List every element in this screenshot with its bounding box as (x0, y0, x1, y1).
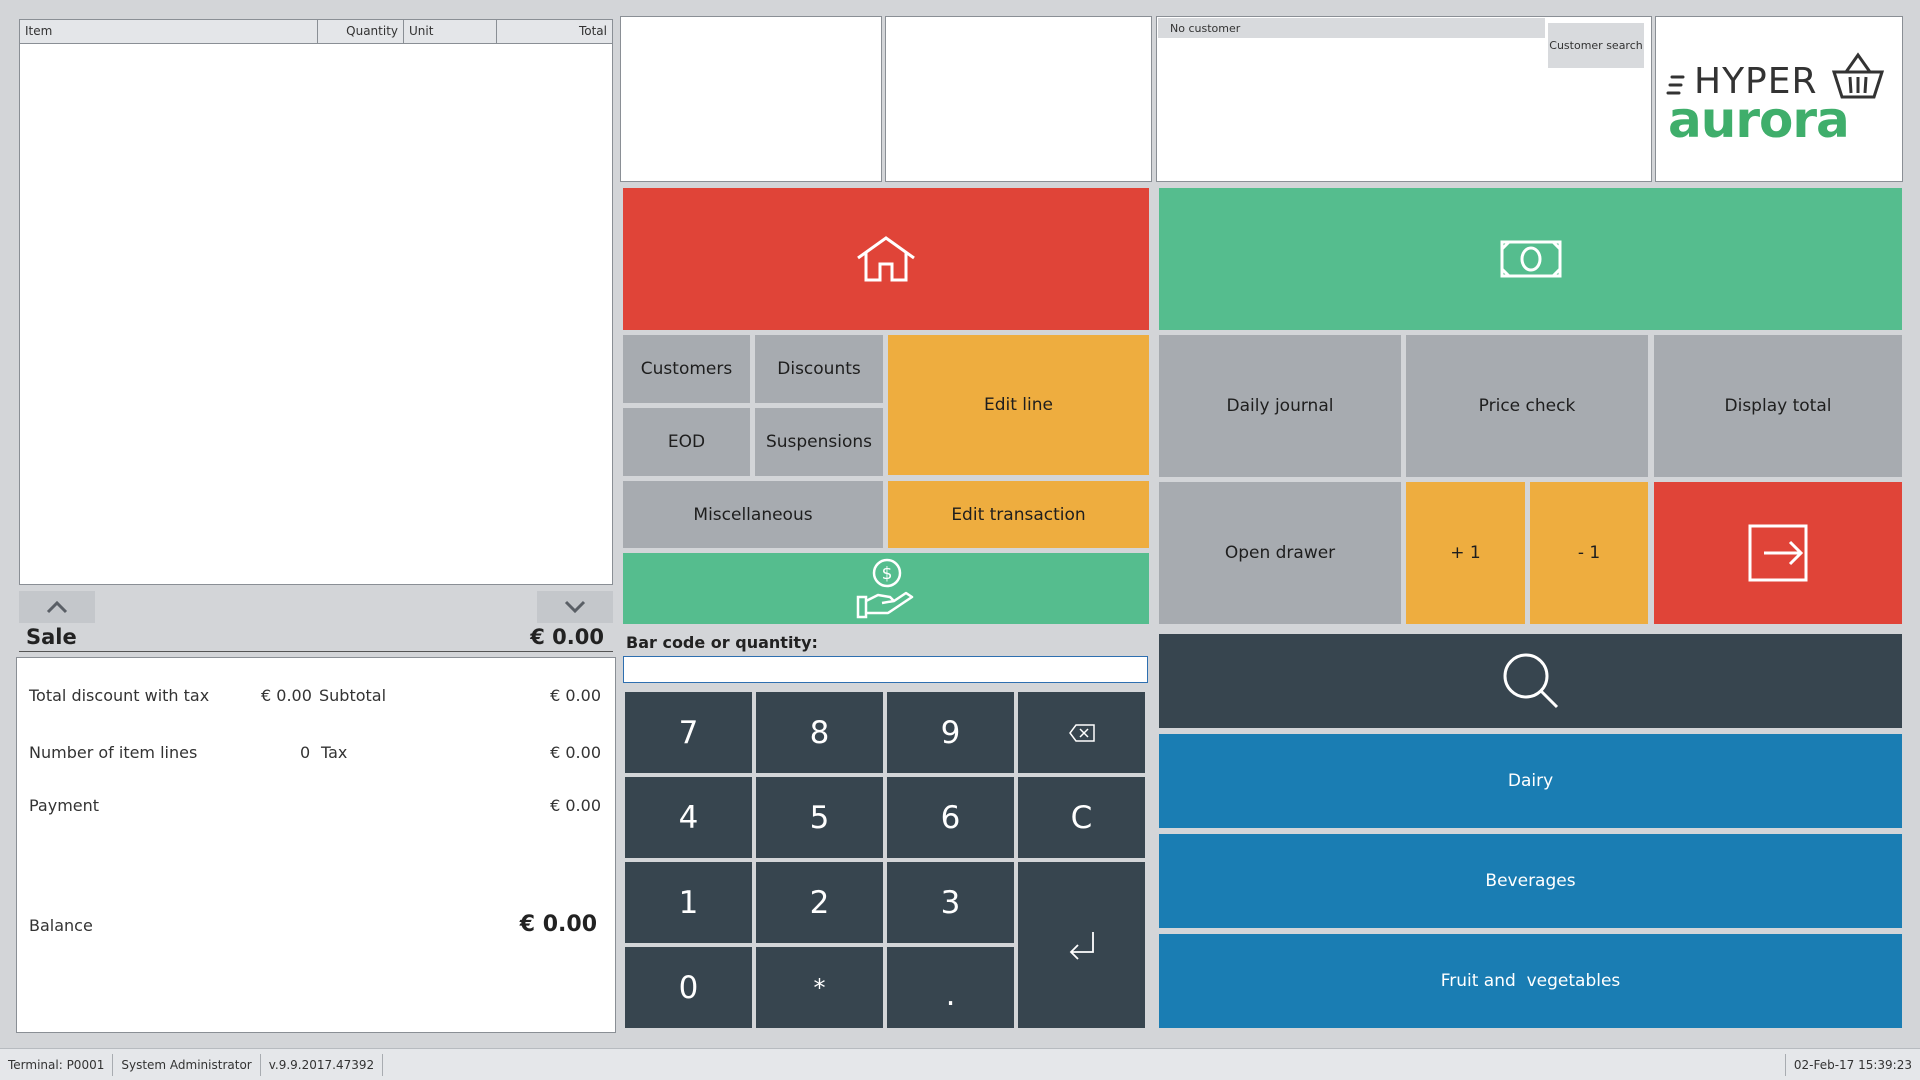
payment-hand-icon: $ (856, 558, 914, 618)
key-0[interactable]: 0 (625, 947, 752, 1028)
balance-label: Balance (29, 916, 93, 935)
customer-name: No customer (1158, 18, 1545, 38)
search-button[interactable] (1159, 634, 1902, 728)
clear-button[interactable]: C (1018, 777, 1145, 858)
summary-panel: Total discount with tax € 0.00 Subtotal … (16, 657, 616, 1033)
svg-text:$: $ (882, 564, 893, 584)
discounts-button[interactable]: Discounts (755, 335, 883, 403)
backspace-icon (1068, 723, 1095, 742)
info-panel-1 (620, 16, 882, 182)
sale-total: € 0.00 (530, 625, 604, 649)
total-discount-label: Total discount with tax (29, 686, 210, 705)
key-star[interactable]: * (756, 947, 883, 1028)
category-beverages[interactable]: Beverages (1159, 834, 1902, 928)
pay-cash-button[interactable] (1159, 188, 1902, 330)
key-dot[interactable]: . (887, 947, 1014, 1028)
status-bar: Terminal: P0001 System Administrator v.9… (0, 1048, 1920, 1080)
chevron-up-icon (46, 600, 68, 614)
backspace-button[interactable] (1018, 692, 1145, 773)
key-7[interactable]: 7 (625, 692, 752, 773)
barcode-input[interactable] (623, 656, 1148, 683)
key-8[interactable]: 8 (756, 692, 883, 773)
total-discount-value: € 0.00 (261, 686, 312, 705)
item-grid-header: Item Quantity Unit Total (20, 20, 612, 44)
category-fruit-vegetables[interactable]: Fruit and vegetables (1159, 934, 1902, 1028)
logo-aurora-text: aurora (1668, 91, 1850, 149)
col-unit[interactable]: Unit (404, 20, 497, 43)
key-6[interactable]: 6 (887, 777, 1014, 858)
tax-label: Tax (321, 743, 348, 762)
key-4[interactable]: 4 (625, 777, 752, 858)
sale-label: Sale (26, 625, 77, 649)
enter-button[interactable] (1018, 862, 1145, 1028)
logout-button[interactable] (1654, 482, 1902, 624)
customer-search-button[interactable]: Customer search (1548, 23, 1644, 68)
tax-value: € 0.00 (550, 743, 601, 762)
chevron-down-icon (564, 600, 586, 614)
open-drawer-button[interactable]: Open drawer (1159, 482, 1401, 624)
customer-panel: No customer Customer search (1156, 16, 1652, 182)
logo-panel: HYPER aurora (1655, 16, 1903, 182)
edit-line-button[interactable]: Edit line (888, 335, 1149, 475)
scroll-down-button[interactable] (537, 591, 613, 623)
col-item[interactable]: Item (20, 20, 318, 43)
sale-divider (19, 651, 613, 652)
logout-icon (1748, 524, 1808, 582)
col-quantity[interactable]: Quantity (318, 20, 404, 43)
cash-icon (1500, 240, 1561, 278)
payment-value: € 0.00 (550, 796, 601, 815)
category-dairy[interactable]: Dairy (1159, 734, 1902, 828)
eod-button[interactable]: EOD (623, 408, 750, 476)
item-lines-value: 0 (300, 743, 311, 762)
datetime: 02-Feb-17 15:39:23 (1784, 1053, 1920, 1076)
key-1[interactable]: 1 (625, 862, 752, 943)
daily-journal-button[interactable]: Daily journal (1159, 335, 1401, 477)
version: v.9.9.2017.47392 (261, 1053, 384, 1076)
col-total[interactable]: Total (497, 20, 612, 43)
edit-transaction-button[interactable]: Edit transaction (888, 481, 1149, 548)
suspensions-button[interactable]: Suspensions (755, 408, 883, 476)
balance-value: € 0.00 (519, 912, 597, 937)
item-lines-label: Number of item lines (29, 743, 198, 762)
home-icon (857, 236, 915, 282)
user-name: System Administrator (113, 1053, 261, 1076)
minus-one-button[interactable]: - 1 (1530, 482, 1648, 624)
terminal-id: Terminal: P0001 (0, 1053, 114, 1076)
plus-one-button[interactable]: + 1 (1406, 482, 1525, 624)
home-button[interactable] (623, 188, 1149, 330)
barcode-label: Bar code or quantity: (626, 633, 818, 652)
key-3[interactable]: 3 (887, 862, 1014, 943)
display-total-button[interactable]: Display total (1654, 335, 1902, 477)
key-9[interactable]: 9 (887, 692, 1014, 773)
payment-label: Payment (29, 796, 100, 815)
info-panel-2 (885, 16, 1152, 182)
payment-button[interactable]: $ (623, 553, 1149, 624)
enter-icon (1069, 932, 1094, 960)
customers-button[interactable]: Customers (623, 335, 750, 403)
key-2[interactable]: 2 (756, 862, 883, 943)
subtotal-value: € 0.00 (550, 686, 601, 705)
item-grid[interactable]: Item Quantity Unit Total (19, 19, 613, 585)
price-check-button[interactable]: Price check (1406, 335, 1648, 477)
miscellaneous-button[interactable]: Miscellaneous (623, 481, 883, 548)
subtotal-label: Subtotal (319, 686, 387, 705)
key-5[interactable]: 5 (756, 777, 883, 858)
scroll-up-button[interactable] (19, 591, 95, 623)
search-icon (1503, 653, 1558, 709)
